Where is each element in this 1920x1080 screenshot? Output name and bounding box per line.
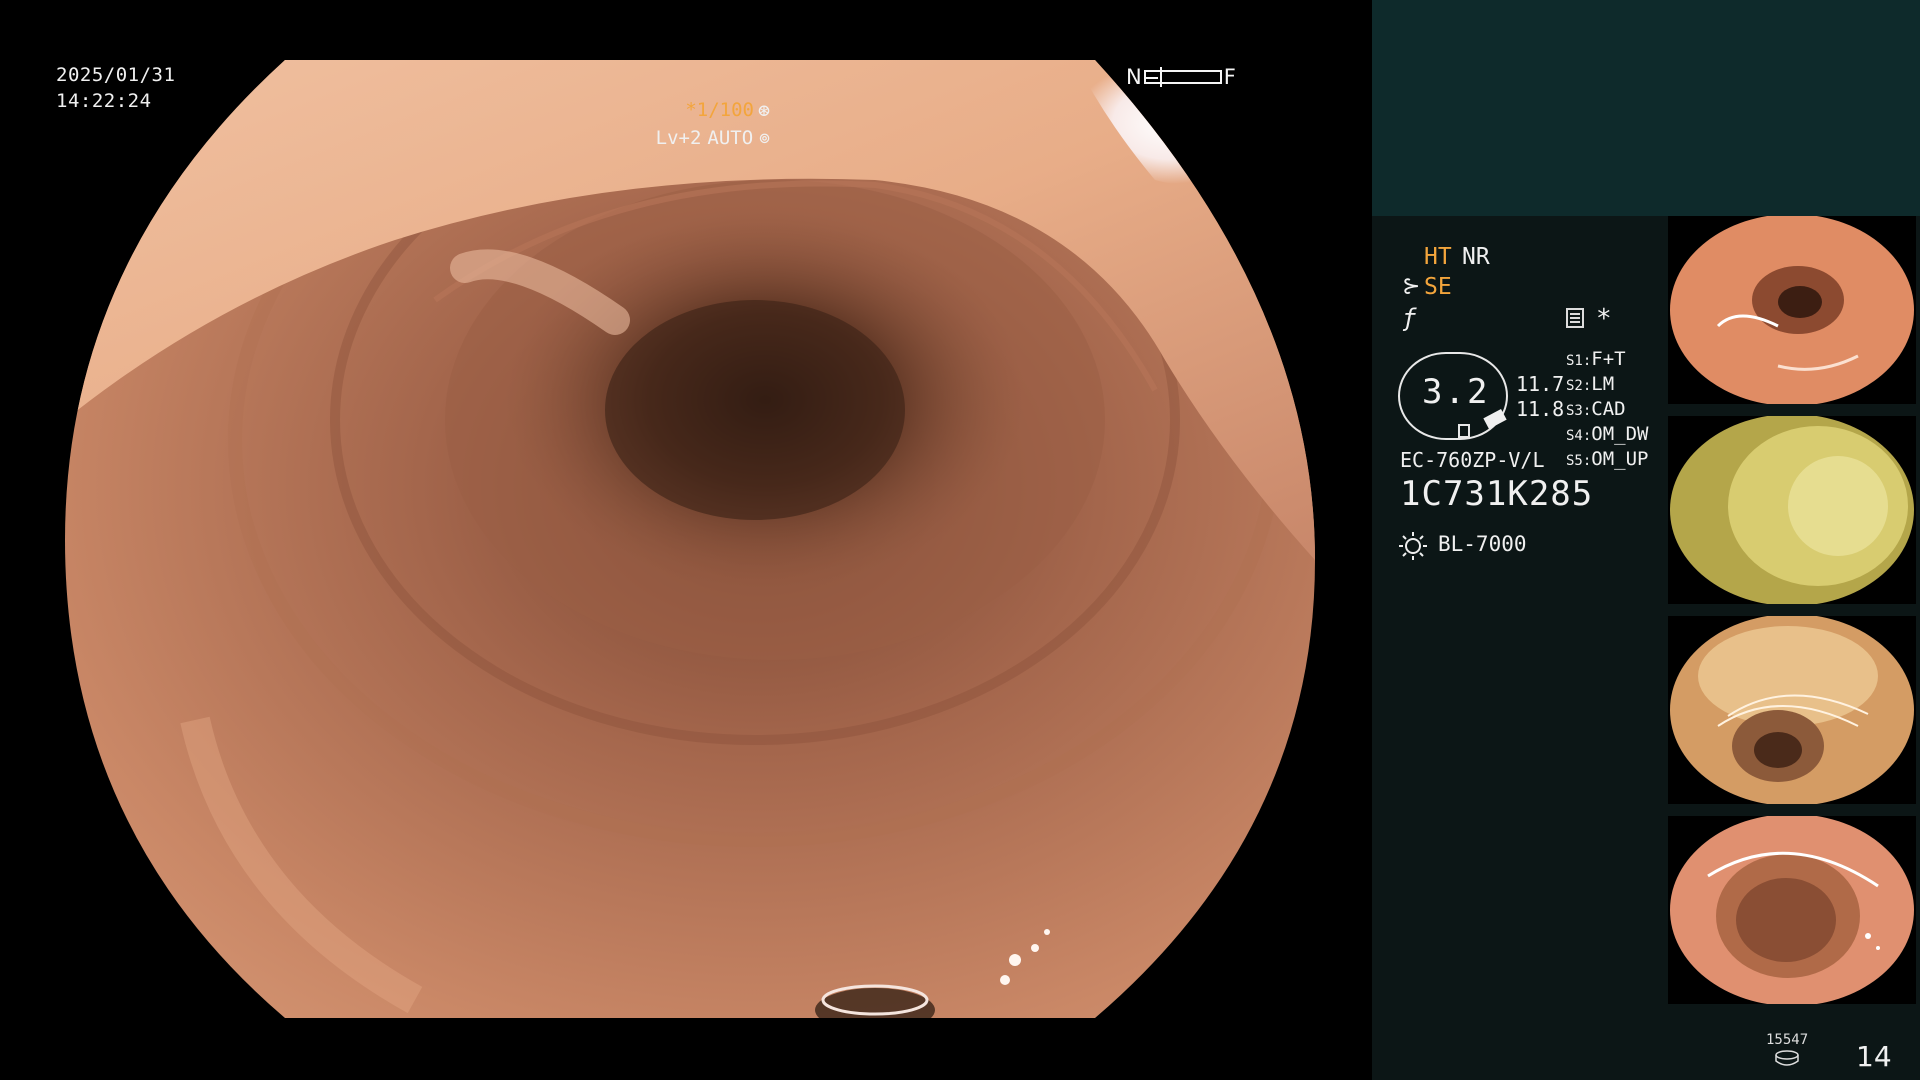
- se-mode-label: SE: [1424, 274, 1452, 300]
- captured-image-count: 14: [1856, 1040, 1892, 1073]
- setting-s3: S3:CAD: [1566, 398, 1626, 420]
- setting-s4: S4:OM_DW: [1566, 423, 1649, 445]
- auto-iris-icon: ⊚: [759, 127, 770, 149]
- setting-s2: S2:LM: [1566, 373, 1615, 395]
- memory-icon: [1566, 308, 1584, 328]
- zoom-value: 3.2: [1422, 372, 1490, 412]
- endoscope-view: 2025/01/31 14:22:24 N F *1/100 ⊛ Lv+2 AU…: [0, 0, 1372, 1080]
- far-label: F: [1223, 65, 1236, 89]
- captured-thumbnail-4[interactable]: [1668, 816, 1916, 1004]
- scope-model: EC-760ZP-V/L: [1400, 448, 1545, 472]
- iris-mode: AUTO: [707, 127, 754, 149]
- setting-s5: S5:OM_UP: [1566, 448, 1649, 470]
- near-label: N: [1126, 65, 1142, 89]
- shutter-speed: *1/100 ⊛: [685, 98, 770, 122]
- level-value: Lv+2: [655, 127, 702, 149]
- storage-icon: [1775, 1050, 1799, 1066]
- near-far-indicator: N F: [1126, 64, 1236, 90]
- captured-thumbnail-2[interactable]: [1668, 416, 1916, 604]
- light-source-icon: [1399, 532, 1427, 560]
- endoscopic-image: [65, 60, 1315, 1018]
- zoom-side-value-2: 11.8: [1516, 397, 1565, 421]
- zoom-side-value-1: 11.7: [1516, 372, 1565, 396]
- structure-enhance-icon: ⊱: [1402, 274, 1421, 299]
- setting-s1: S1:F+T: [1566, 348, 1626, 370]
- brightness-level: Lv+2 AUTO ⊚: [656, 127, 770, 149]
- ht-mode-label: HT: [1424, 244, 1452, 270]
- zoom-box-icon: [1458, 424, 1470, 438]
- scope-serial: 1C731K285: [1400, 474, 1594, 514]
- captured-thumbnail-3[interactable]: [1668, 616, 1916, 804]
- focus-bar-icon: [1143, 67, 1222, 87]
- star-indicator: *: [1596, 304, 1612, 334]
- light-source-label: BL-7000: [1438, 532, 1527, 556]
- date-display: 2025/01/31: [56, 64, 176, 86]
- captured-thumbnail-1[interactable]: [1668, 216, 1916, 404]
- total-image-count: 15547: [1766, 1032, 1809, 1048]
- freeze-icon: ƒ: [1402, 304, 1417, 332]
- shutter-value: *1/100: [685, 99, 754, 121]
- time-display: 14:22:24: [56, 90, 152, 112]
- nr-mode-label: NR: [1462, 244, 1490, 270]
- panel-header-area: [1372, 0, 1920, 216]
- aperture-icon: ⊛: [757, 98, 770, 122]
